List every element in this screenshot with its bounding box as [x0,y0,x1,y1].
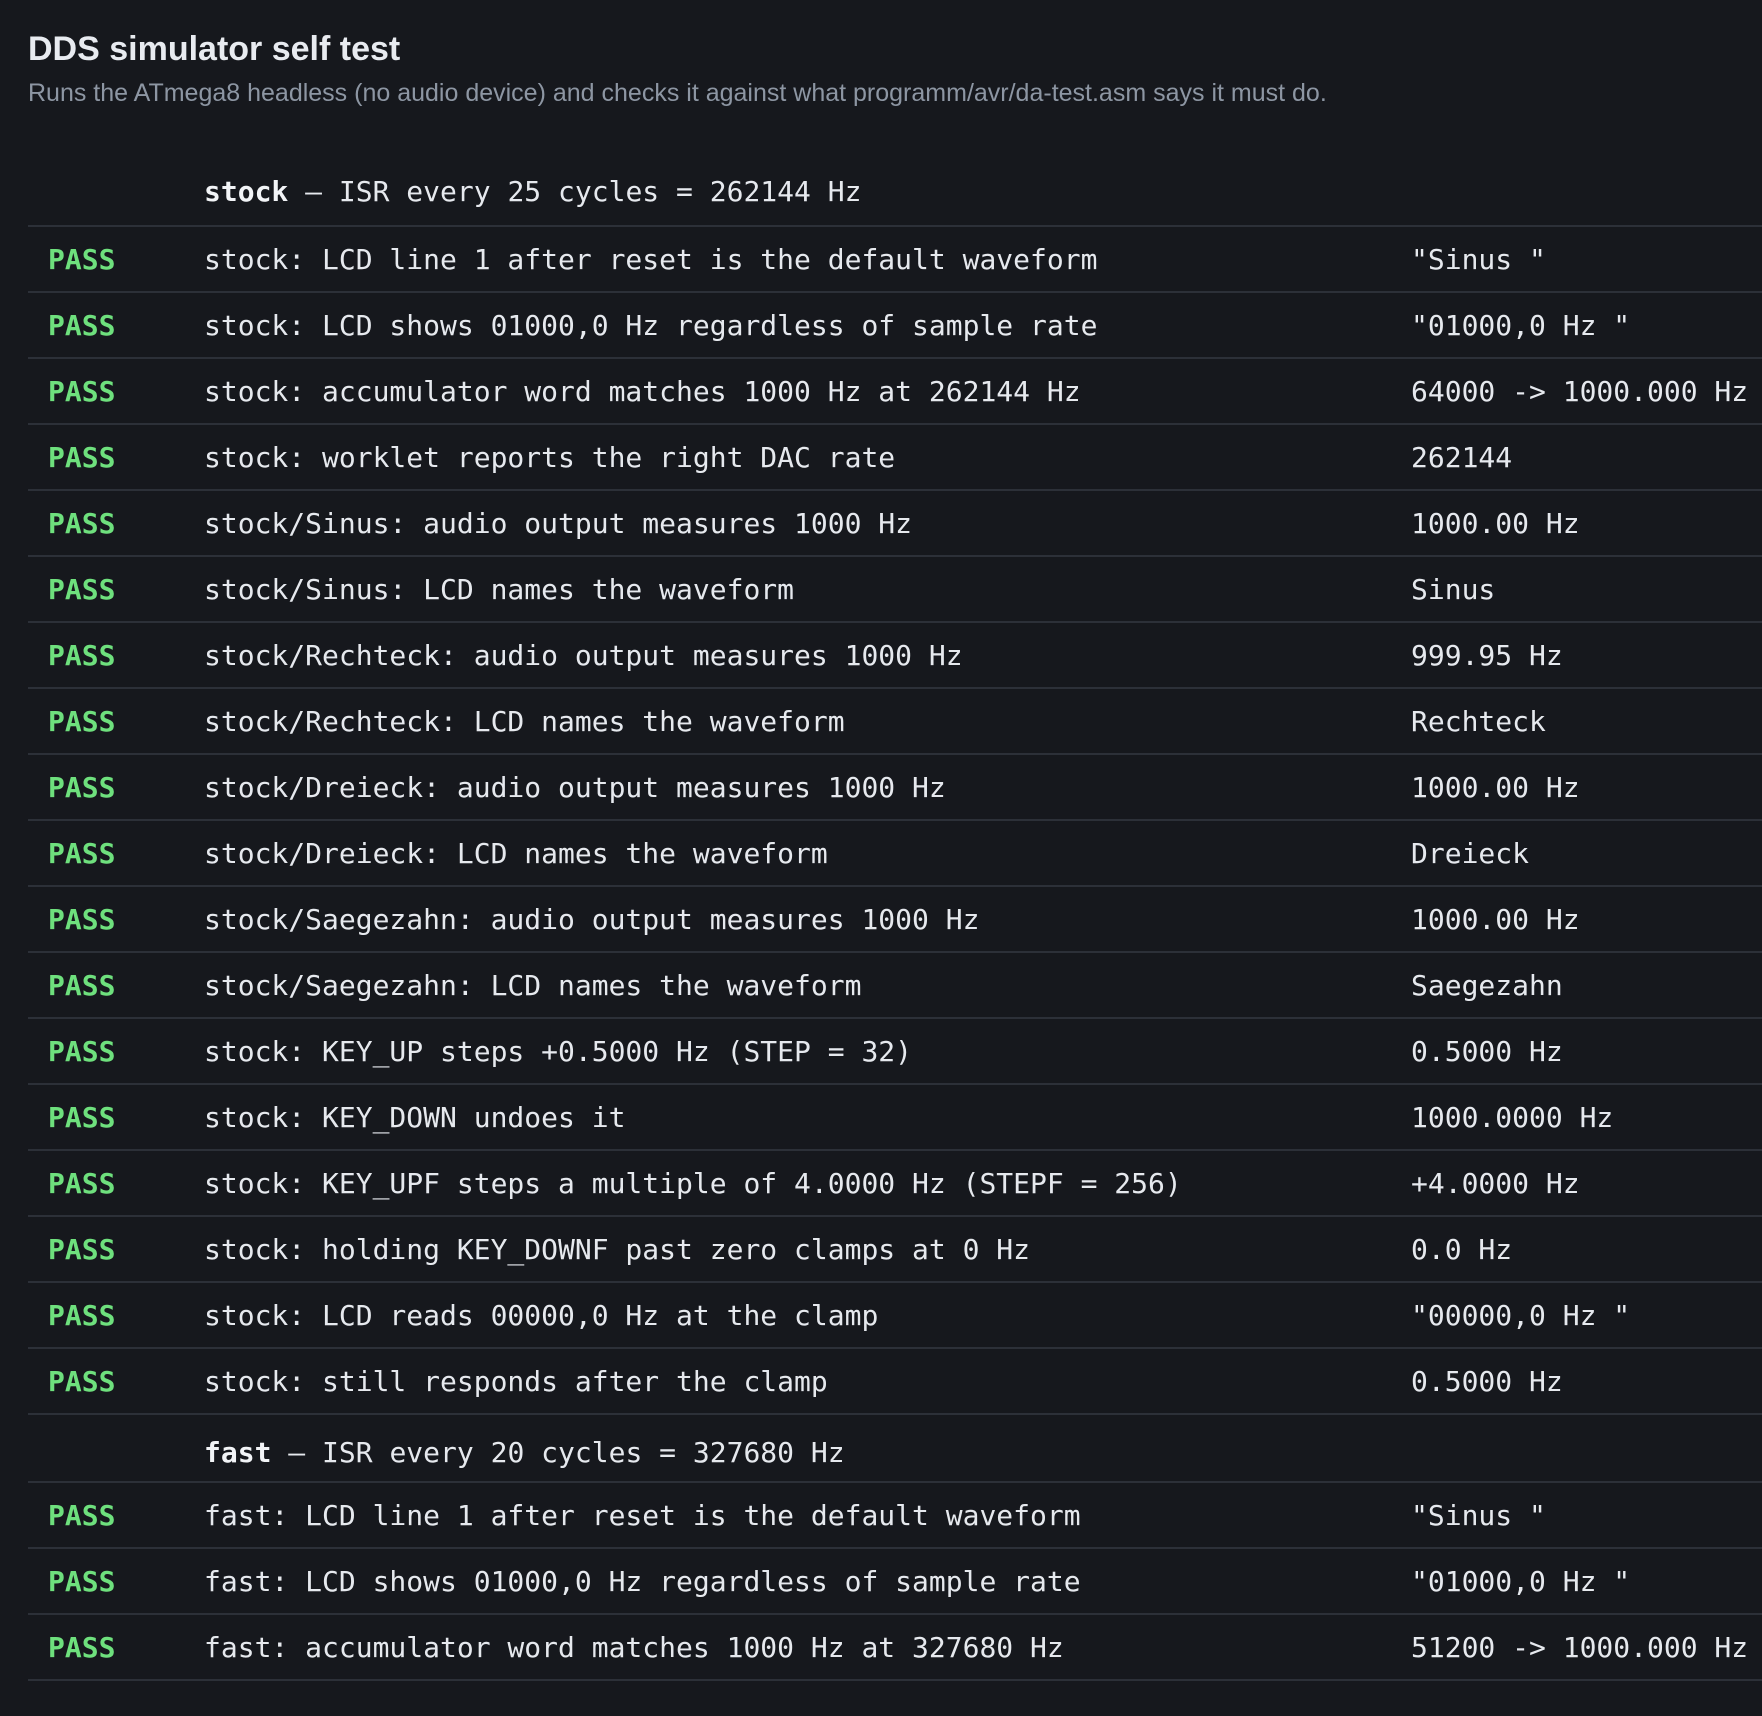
test-value: Rechteck [1411,704,1546,738]
pass-status: PASS [48,1034,116,1068]
test-description: fast: accumulator word matches 1000 Hz a… [204,1630,1064,1664]
pass-status: PASS [48,770,116,804]
table-row: PASS fast: LCD line 1 after reset is the … [28,1483,1762,1549]
pass-status: PASS [48,1630,116,1664]
test-description: stock: LCD line 1 after reset is the def… [204,242,1098,276]
pass-status: PASS [48,1100,116,1134]
test-description: stock/Sinus: audio output measures 1000 … [204,506,913,540]
test-description: stock: KEY_DOWN undoes it [204,1100,626,1134]
table-row: PASS stock: still responds after the clam… [28,1349,1762,1415]
table-row: PASS fast: LCD shows 01000,0 Hz regardles… [28,1549,1762,1615]
pass-status: PASS [48,374,116,408]
test-value: 0.5000 Hz [1411,1034,1563,1068]
pass-status: PASS [48,1166,116,1200]
test-description: stock/Saegezahn: LCD names the waveform [204,968,862,1002]
table-row: PASS stock/Sinus: audio output measures 1… [28,491,1762,557]
test-value: 1000.00 Hz [1411,770,1580,804]
test-description: stock: accumulator word matches 1000 Hz … [204,374,1081,408]
pass-status: PASS [48,506,116,540]
page-title: DDS simulator self test [28,30,401,68]
test-value: "01000,0 Hz " [1411,308,1631,342]
pass-status: PASS [48,1298,116,1332]
test-value: +4.0000 Hz [1411,1166,1580,1200]
pass-status: PASS [48,1364,116,1398]
table-row: PASS stock: KEY_UP steps +0.5000 Hz (STEP… [28,1019,1762,1085]
test-description: stock: KEY_UP steps +0.5000 Hz (STEP = 3… [204,1034,913,1068]
table-row: PASS stock/Dreieck: LCD names the wavefor… [28,821,1762,887]
section-detail: — ISR every 25 cycles = 262144 Hz [288,175,862,208]
test-value: Sinus [1411,572,1496,606]
test-value: 1000.00 Hz [1411,902,1580,936]
section-title: fast — ISR every 20 cycles = 327680 Hz [204,1436,1411,1469]
section-name: fast [204,1435,272,1469]
pass-status: PASS [48,308,116,342]
test-description: stock/Rechteck: LCD names the waveform [204,704,845,738]
page-subtitle: Runs the ATmega8 headless (no audio devi… [28,79,1327,107]
table-row: PASS stock/Rechteck: audio output measure… [28,623,1762,689]
table-row: PASS stock/Sinus: LCD names the waveform S… [28,557,1762,623]
table-row: PASS stock: KEY_UPF steps a multiple of 4… [28,1151,1762,1217]
test-value: 262144 [1411,440,1513,474]
table-row: PASS stock/Dreieck: audio output measures… [28,755,1762,821]
test-value: 1000.00 Hz [1411,506,1580,540]
test-value: "00000,0 Hz " [1411,1298,1631,1332]
table-row: PASS stock: LCD shows 01000,0 Hz regardle… [28,293,1762,359]
test-value: 999.95 Hz [1411,638,1563,672]
section-name: stock [204,175,289,208]
pass-status: PASS [48,1498,116,1532]
pass-status: PASS [48,638,116,672]
test-description: stock/Rechteck: audio output measures 10… [204,638,963,672]
test-description: stock: still responds after the clamp [204,1364,828,1398]
test-value: 0.5000 Hz [1411,1364,1563,1398]
test-value: "Sinus " [1411,1498,1546,1532]
test-value: Saegezahn [1411,968,1563,1002]
section-title: stock — ISR every 25 cycles = 262144 Hz [204,175,1411,208]
pass-status: PASS [48,836,116,870]
table-row: PASS stock: LCD reads 00000,0 Hz at the c… [28,1283,1762,1349]
test-description: fast: LCD line 1 after reset is the defa… [204,1498,1081,1532]
pass-status: PASS [48,1232,116,1266]
test-value: 1000.0000 Hz [1411,1100,1614,1134]
test-value: 0.0 Hz [1411,1232,1513,1266]
table-row: PASS stock/Rechteck: LCD names the wavefo… [28,689,1762,755]
test-description: stock: holding KEY_DOWNF past zero clamp… [204,1232,1031,1266]
pass-status: PASS [48,440,116,474]
pass-status: PASS [48,242,116,276]
table-row: PASS stock/Saegezahn: audio output measur… [28,887,1762,953]
results-table: stock — ISR every 25 cycles = 262144 Hz P… [28,158,1762,1681]
section-header-fast: fast — ISR every 20 cycles = 327680 Hz [28,1415,1762,1483]
table-row: PASS stock: holding KEY_DOWNF past zero c… [28,1217,1762,1283]
table-row: PASS stock/Saegezahn: LCD names the wavef… [28,953,1762,1019]
test-description: stock: LCD shows 01000,0 Hz regardless o… [204,308,1098,342]
section-header-stock: stock — ISR every 25 cycles = 262144 Hz [28,158,1762,227]
table-row: PASS stock: KEY_DOWN undoes it 1000.0000 H… [28,1085,1762,1151]
section-detail: — ISR every 20 cycles = 327680 Hz [271,1435,845,1469]
pass-status: PASS [48,704,116,738]
table-row: PASS stock: worklet reports the right DAC… [28,425,1762,491]
test-description: stock/Sinus: LCD names the waveform [204,572,795,606]
self-test-page: DDS simulator self test Runs the ATmega8… [0,0,1762,1716]
test-value: "01000,0 Hz " [1411,1564,1631,1598]
pass-status: PASS [48,572,116,606]
test-description: stock/Saegezahn: audio output measures 1… [204,902,980,936]
test-description: stock: LCD reads 00000,0 Hz at the clamp [204,1298,879,1332]
table-row: PASS stock: LCD line 1 after reset is the… [28,227,1762,293]
test-description: stock/Dreieck: LCD names the waveform [204,836,828,870]
test-value: "Sinus " [1411,242,1546,276]
table-row: PASS fast: accumulator word matches 1000 … [28,1615,1762,1681]
test-value: Dreieck [1411,836,1530,870]
test-value: 51200 -> 1000.000 Hz [1411,1630,1749,1664]
pass-status: PASS [48,968,116,1002]
pass-status: PASS [48,1564,116,1598]
test-description: stock/Dreieck: audio output measures 100… [204,770,946,804]
test-value: 64000 -> 1000.000 Hz [1411,374,1749,408]
test-description: stock: worklet reports the right DAC rat… [204,440,896,474]
table-row: PASS stock: accumulator word matches 1000… [28,359,1762,425]
test-description: fast: LCD shows 01000,0 Hz regardless of… [204,1564,1081,1598]
test-description: stock: KEY_UPF steps a multiple of 4.000… [204,1166,1182,1200]
pass-status: PASS [48,902,116,936]
